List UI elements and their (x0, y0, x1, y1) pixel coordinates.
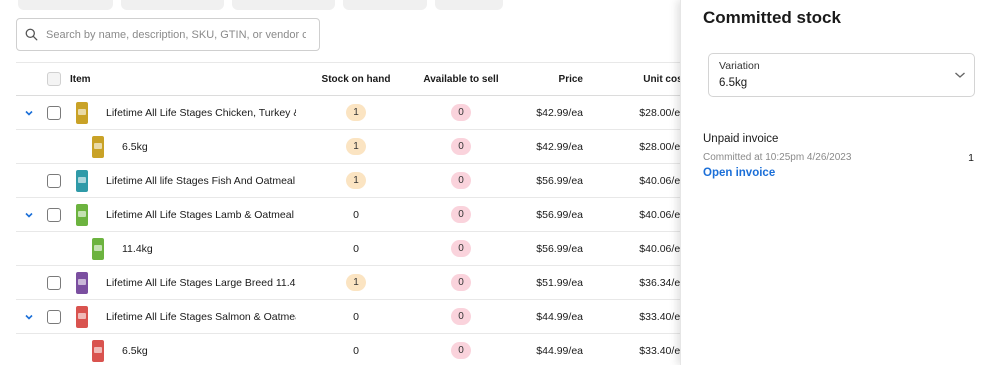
product-thumbnail (92, 135, 104, 158)
row-checkbox[interactable] (47, 207, 61, 222)
invoice-quantity: 1 (968, 152, 974, 164)
search-box (16, 18, 320, 51)
table-row[interactable]: 11.4kg 0 0 $56.99/ea $40.06/ea (16, 232, 686, 266)
variation-select[interactable]: Variation 6.5kg (708, 53, 975, 97)
item-name[interactable]: Lifetime All Life Stages Large Breed 11.… (106, 266, 296, 299)
column-header-item[interactable]: Item (70, 63, 91, 95)
available-badge[interactable]: 0 (451, 104, 471, 121)
variation-value: 6.5kg (719, 77, 748, 89)
table-row[interactable]: Lifetime All life Stages Fish And Oatmea… (16, 164, 686, 198)
unit-cost: $40.06/ea (639, 242, 686, 255)
row-checkbox[interactable] (47, 275, 61, 290)
search-input[interactable] (46, 28, 306, 41)
price: $44.99/ea (536, 344, 583, 357)
chevron-down-icon[interactable] (24, 210, 34, 220)
committed-stock-panel: Committed stock Variation 6.5kg Unpaid i… (680, 0, 998, 365)
stock-badge: 1 (346, 138, 366, 155)
price: $44.99/ea (536, 310, 583, 323)
unit-cost: $28.00/ea (639, 140, 686, 153)
column-header-price[interactable]: Price (516, 63, 583, 95)
row-checkbox[interactable] (47, 105, 61, 120)
panel-title: Committed stock (703, 8, 841, 27)
product-thumbnail (76, 101, 88, 124)
stock-value: 0 (353, 208, 359, 221)
invoice-title: Unpaid invoice (703, 133, 779, 145)
product-thumbnail (76, 305, 88, 328)
column-header-unit-cost[interactable]: Unit cost (616, 63, 686, 95)
filter-pill[interactable] (435, 0, 503, 10)
chevron-down-icon[interactable] (24, 312, 34, 322)
filter-pill[interactable] (343, 0, 427, 10)
item-name[interactable]: Lifetime All Life Stages Salmon & Oatmea… (106, 300, 296, 333)
invoice-committed-at: Committed at 10:25pm 4/26/2023 (703, 152, 852, 163)
available-badge[interactable]: 0 (451, 274, 471, 291)
product-thumbnail (92, 339, 104, 362)
available-badge[interactable]: 0 (451, 138, 471, 155)
product-thumbnail (76, 271, 88, 294)
unit-cost: $33.40/ea (639, 344, 686, 357)
table-row[interactable]: 6.5kg 0 0 $44.99/ea $33.40/ea (16, 334, 686, 365)
select-all-checkbox[interactable] (47, 72, 61, 86)
table-row[interactable]: 6.5kg 1 0 $42.99/ea $28.00/ea (16, 130, 686, 164)
unit-cost: $40.06/ea (639, 174, 686, 187)
row-checkbox[interactable] (47, 173, 61, 188)
unit-cost: $40.06/ea (639, 208, 686, 221)
variant-name[interactable]: 6.5kg (122, 334, 312, 365)
price: $42.99/ea (536, 140, 583, 153)
item-name[interactable]: Lifetime All life Stages Fish And Oatmea… (106, 164, 296, 197)
chevron-down-icon[interactable] (24, 108, 34, 118)
chevron-down-icon (955, 72, 965, 78)
variation-label: Variation (719, 60, 760, 72)
available-badge[interactable]: 0 (451, 342, 471, 359)
stock-badge: 1 (346, 104, 366, 121)
price: $56.99/ea (536, 174, 583, 187)
unit-cost: $33.40/ea (639, 310, 686, 323)
available-badge[interactable]: 0 (451, 206, 471, 223)
price: $56.99/ea (536, 242, 583, 255)
stock-badge: 1 (346, 274, 366, 291)
variant-name[interactable]: 11.4kg (122, 232, 312, 265)
search-icon (25, 28, 38, 41)
available-badge[interactable]: 0 (451, 240, 471, 257)
stock-value: 0 (353, 344, 359, 357)
filter-pill[interactable] (121, 0, 224, 10)
row-checkbox[interactable] (47, 309, 61, 324)
item-name[interactable]: Lifetime All Life Stages Lamb & Oatmeal (106, 198, 296, 231)
stock-value: 0 (353, 242, 359, 255)
table-header: Item Stock on hand Available to sell Pri… (16, 62, 686, 96)
open-invoice-link[interactable]: Open invoice (703, 167, 775, 179)
price: $51.99/ea (536, 276, 583, 289)
item-name[interactable]: Lifetime All Life Stages Chicken, Turkey… (106, 96, 296, 129)
price: $56.99/ea (536, 208, 583, 221)
available-badge[interactable]: 0 (451, 172, 471, 189)
unit-cost: $36.34/ea (639, 276, 686, 289)
product-thumbnail (76, 203, 88, 226)
column-header-available-to-sell[interactable]: Available to sell (411, 63, 511, 95)
variant-name[interactable]: 6.5kg (122, 130, 312, 163)
price: $42.99/ea (536, 106, 583, 119)
product-thumbnail (92, 237, 104, 260)
table-row[interactable]: Lifetime All Life Stages Salmon & Oatmea… (16, 300, 686, 334)
table-row[interactable]: Lifetime All Life Stages Large Breed 11.… (16, 266, 686, 300)
table-row[interactable]: Lifetime All Life Stages Chicken, Turkey… (16, 96, 686, 130)
column-header-stock-on-hand[interactable]: Stock on hand (306, 63, 406, 95)
available-badge[interactable]: 0 (451, 308, 471, 325)
stock-value: 0 (353, 310, 359, 323)
inventory-table: Item Stock on hand Available to sell Pri… (16, 62, 686, 365)
filter-pill[interactable] (18, 0, 113, 10)
filter-pill[interactable] (232, 0, 335, 10)
table-row[interactable]: Lifetime All Life Stages Lamb & Oatmeal … (16, 198, 686, 232)
filter-bar (18, 0, 503, 10)
product-thumbnail (76, 169, 88, 192)
stock-badge: 1 (346, 172, 366, 189)
unit-cost: $28.00/ea (639, 106, 686, 119)
